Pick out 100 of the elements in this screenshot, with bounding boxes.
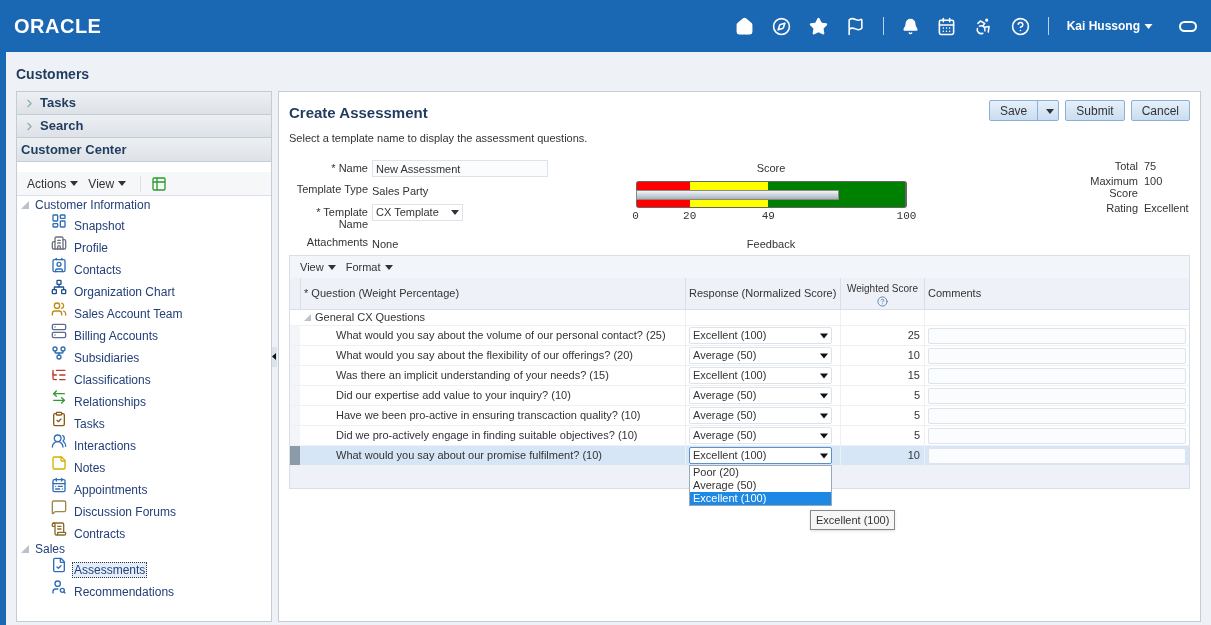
response-select[interactable]: Excellent (100) [689, 367, 832, 384]
tree-item[interactable]: Interactions [72, 438, 139, 454]
row-selector[interactable] [290, 346, 300, 366]
field-label: Template Type [295, 182, 369, 195]
row-selector[interactable] [290, 386, 300, 406]
weighted-score: 5 [913, 408, 920, 424]
expand-triangle-icon[interactable] [21, 545, 29, 553]
form-title: Create Assessment [289, 103, 429, 123]
toolbar-menu[interactable]: Actions [27, 174, 79, 193]
accordion-header[interactable]: Tasks [17, 92, 271, 115]
comment-input[interactable] [928, 447, 1186, 464]
row-selector[interactable] [290, 326, 300, 346]
save-button[interactable]: Save [989, 101, 1038, 120]
tree-item[interactable]: Appointments [72, 482, 150, 498]
contact-card-icon [51, 257, 67, 273]
tree-item[interactable]: Billing Accounts [72, 328, 161, 344]
user-menu[interactable]: Kai Hussong [1066, 17, 1153, 35]
logo: ORACLE [14, 14, 102, 39]
row-selector[interactable] [290, 406, 300, 426]
tree-item[interactable]: Tasks [72, 416, 107, 432]
field-value: None [372, 236, 399, 252]
bell-icon[interactable] [901, 17, 919, 35]
gauge-tick-label: 100 [896, 208, 917, 224]
help-icon[interactable] [1010, 16, 1030, 36]
instruction-text: Select a template name to display the assessment questions. [289, 130, 588, 146]
section-header: Customer Center [17, 138, 271, 162]
dashboard-icon [51, 213, 67, 229]
save-split-button[interactable]: Save [988, 100, 1060, 121]
comment-input[interactable] [928, 367, 1186, 384]
toolbar-menu[interactable]: View [88, 174, 127, 193]
toolbar-menu[interactable]: View [300, 258, 336, 276]
action-button[interactable]: Submit [1065, 100, 1125, 121]
row-selector[interactable] [290, 366, 300, 386]
comment-input[interactable] [928, 327, 1186, 344]
question-text: What would you say about our promise fulfilment? (10) [336, 448, 602, 464]
column-header: Comments [924, 278, 1189, 310]
caret-icon [327, 264, 336, 270]
caret-icon [820, 372, 828, 379]
star-icon[interactable] [808, 16, 828, 36]
weighted-score: 15 [907, 368, 920, 384]
name-input[interactable]: New Assessment [372, 160, 548, 177]
toolbar-menu[interactable]: Format [345, 258, 393, 276]
tree-item[interactable]: Discussion Forums [72, 504, 179, 520]
comment-input[interactable] [928, 347, 1186, 364]
people-icon [51, 433, 67, 449]
expand-triangle-icon[interactable] [21, 201, 29, 209]
home-icon[interactable] [734, 16, 754, 36]
gauge-tick-label: 49 [761, 208, 775, 224]
comment-input[interactable] [928, 407, 1186, 424]
caret-icon [820, 392, 828, 399]
field-label: Attachments [305, 234, 369, 248]
accessibility-icon[interactable] [973, 16, 993, 36]
collapse-handle[interactable] [272, 346, 277, 367]
response-select[interactable]: Average (50) [689, 387, 832, 404]
table-check-icon[interactable] [140, 175, 168, 192]
weighted-score: 10 [907, 348, 920, 364]
response-select[interactable]: Average (50) [689, 407, 832, 424]
gauge-title: Score [756, 161, 786, 176]
caret-icon [820, 352, 828, 359]
tree-item[interactable]: Profile [72, 240, 110, 256]
tree-item[interactable]: Relationships [72, 394, 149, 410]
stacked-boxes-icon [51, 323, 67, 339]
compass-icon[interactable] [771, 16, 791, 36]
row-selector[interactable] [290, 446, 300, 466]
expand-triangle-icon[interactable] [304, 314, 311, 321]
tree-item[interactable]: Customer Information [35, 196, 151, 214]
response-select[interactable]: Excellent (100) [689, 327, 832, 344]
checked-document-icon [51, 557, 67, 573]
response-select[interactable]: Average (50) [689, 347, 832, 364]
tree-item[interactable]: Recommendations [72, 584, 177, 600]
dropdown-option[interactable]: Excellent (100) [690, 492, 831, 505]
tree-item[interactable]: Snapshot [72, 218, 127, 234]
calendar-icon[interactable] [936, 16, 956, 36]
tree-item[interactable]: Contacts [72, 262, 124, 278]
comment-input[interactable] [928, 387, 1186, 404]
question-text: What would you say about the flexibility of our offerings? (20) [336, 348, 633, 364]
row-selector[interactable] [290, 426, 300, 446]
flag-icon[interactable] [845, 16, 865, 36]
tree-item[interactable]: Subsidiaries [72, 350, 142, 366]
field-label: * Name [330, 161, 369, 174]
tree-item[interactable]: Classifications [72, 372, 153, 388]
dropdown-option[interactable]: Average (50) [690, 479, 831, 492]
template-select[interactable]: CX Template [372, 203, 463, 221]
accordion-header[interactable]: Search [17, 115, 271, 138]
caret-icon [1046, 108, 1055, 114]
scroll-icon [51, 521, 67, 537]
tree-item[interactable]: Assessments [72, 562, 148, 578]
dropdown-option[interactable]: Poor (20) [690, 466, 831, 479]
tree-item[interactable]: Contracts [72, 526, 128, 542]
response-select[interactable]: Excellent (100) [689, 447, 832, 464]
person-search-icon [51, 579, 67, 595]
tree-item[interactable]: Notes [72, 460, 108, 476]
tree-item[interactable]: Organization Chart [72, 284, 177, 300]
response-select[interactable]: Average (50) [689, 427, 832, 444]
comment-input[interactable] [928, 427, 1186, 444]
action-button[interactable]: Cancel [1130, 100, 1190, 121]
column-header: Weighted Score [847, 281, 918, 296]
column-header: Response (Normalized Score) [685, 278, 840, 310]
tree-item[interactable]: Sales Account Team [72, 306, 185, 322]
tree-item[interactable]: Sales [35, 540, 66, 558]
